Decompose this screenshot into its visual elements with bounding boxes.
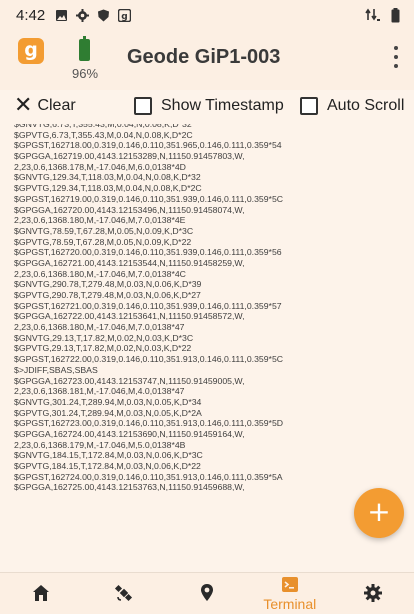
- terminal-line: 2,23,0.6,1368.178,M,-17.046,M,6.0,0138*4…: [14, 161, 186, 172]
- terminal-line: $GPGGA,162722.00,4143.12153641,N,11150.9…: [14, 311, 245, 322]
- terminal-line: $GPVTG,184.15,T,172.84,M,0.03,N,0.06,K,D…: [14, 461, 201, 471]
- terminal-line: 2,23,0.6,1368.181,M,-17.046,M,4.0,0138*4…: [14, 386, 185, 397]
- terminal-line: $GPVTG,301.24,T,289.94,M,0.03,N,0.05,K,D…: [14, 407, 202, 418]
- terminal-line: $GPGGA,162720.00,4143.12153496,N,11150.9…: [14, 204, 245, 215]
- terminal-line: $GNVTG,129.34,T,118.03,M,0.04,N,0.08,K,D…: [14, 172, 201, 183]
- status-time: 4:42: [16, 6, 46, 24]
- terminal-line: $GPGGA,162719.00,4143.12153289,N,11150.9…: [14, 151, 245, 162]
- gear-icon: [363, 584, 382, 602]
- satellite-icon: [115, 584, 133, 602]
- terminal-line: $GPGST,162719.00,0.319,0.146,0.110,351.9…: [14, 193, 284, 204]
- terminal-icon: [281, 577, 298, 592]
- auto-scroll-label: Auto Scroll: [327, 97, 405, 114]
- terminal-line: $GPGST,162720.00,0.319,0.146,0.110,351.9…: [14, 247, 282, 258]
- overflow-menu-icon[interactable]: [392, 46, 400, 68]
- terminal-line: $GPGST,162723.00,0.319,0.146,0.110,351.9…: [14, 418, 284, 429]
- terminal-line: 2,23,0.6,1368.179,M,-17.046,M,5.0,0138*4…: [14, 439, 186, 450]
- terminal-line: $GPGST,162722.00,0.319,0.146,0.110,351.9…: [14, 354, 284, 365]
- device-battery-icon: [79, 36, 90, 61]
- nav-item-satellite[interactable]: [83, 573, 166, 614]
- terminal-line: $GPGGA,162725.00,4143.12153763,N,11150.9…: [14, 482, 245, 493]
- terminal-line: $GPGST,162721.00,0.319,0.146,0.110,351.9…: [14, 300, 282, 311]
- image-icon: [56, 9, 68, 21]
- device-name: Geode GiP1-003: [127, 46, 281, 68]
- app-logo-icon: g: [118, 8, 132, 22]
- nav-item-location[interactable]: [166, 573, 249, 614]
- terminal-line: $>JDIFF,SBAS,SBAS: [14, 364, 98, 375]
- terminal-line: $GPVTG,290.78,T,279.48,M,0.03,N,0.06,K,D…: [14, 290, 201, 300]
- battery-percent: 96%: [72, 66, 99, 81]
- terminal-line: $GPVTG,129.34,T,118.03,M,0.04,N,0.08,K,D…: [14, 183, 202, 194]
- shield-icon: [98, 9, 110, 21]
- show-timestamp-checkbox[interactable]: Show Timestamp: [134, 97, 284, 115]
- clear-button[interactable]: ✕ Clear: [14, 93, 76, 118]
- terminal-line: $GNVTG,290.78,T,279.48,M,0.03,N,0.06,K,D…: [14, 279, 202, 290]
- status-bar: 4:42 g: [0, 0, 414, 30]
- nav-item-home[interactable]: [0, 573, 83, 614]
- nav-item-settings[interactable]: [331, 573, 414, 614]
- terminal-line: $GPGST,162724.00,0.319,0.146,0.110,351.9…: [14, 471, 283, 482]
- show-timestamp-label: Show Timestamp: [161, 97, 284, 114]
- gear-icon: [76, 8, 90, 22]
- terminal-line: $GPVTG,29.13,T,17.82,M,0.02,N,0.03,K,D*2…: [14, 343, 192, 354]
- terminal-line: $GNVTG,29.13,T,17.82,M,0.02,N,0.03,K,D*3…: [14, 332, 194, 343]
- network-icon: [365, 8, 380, 21]
- terminal-line: $GPVTG,78.59,T,67.28,M,0.05,N,0.09,K,D*2…: [14, 236, 192, 247]
- terminal-line: 2,23,0.6,1368.180,M,-17.046,M,7.0,0138*4…: [14, 322, 185, 333]
- add-button[interactable]: +: [354, 488, 404, 538]
- close-icon: ✕: [14, 93, 33, 118]
- battery-icon: [391, 7, 400, 22]
- bottom-navigation: Terminal: [0, 572, 414, 614]
- terminal-output[interactable]: $GNVTG,6.73,T,355.43,M,0.04,N,0.08,K,D*3…: [14, 124, 406, 570]
- app-bar: g 96% Geode GiP1-003: [0, 30, 414, 90]
- terminal-line: 2,23,0.6,1368.180,M,-17.046,M,7.0,0138*4…: [14, 268, 186, 279]
- checkbox-box[interactable]: [300, 97, 318, 115]
- terminal-line: $GPGGA,162721.00,4143.12153544,N,11150.9…: [14, 257, 245, 268]
- clear-label: Clear: [37, 97, 76, 114]
- app-logo: g: [18, 38, 44, 64]
- terminal-line: $GPVTG,6.73,T,355.43,M,0.04,N,0.08,K,D*2…: [14, 129, 193, 140]
- terminal-line: $GPGGA,162723.00,4143.12153747,N,11150.9…: [14, 375, 245, 386]
- checkbox-box[interactable]: [134, 97, 152, 115]
- terminal-toolbar: ✕ Clear Show Timestamp Auto Scroll: [0, 90, 414, 124]
- location-pin-icon: [200, 584, 213, 601]
- home-icon: [33, 585, 50, 601]
- auto-scroll-checkbox[interactable]: Auto Scroll: [300, 97, 404, 115]
- terminal-line: $GPGGA,162724.00,4143.12153690,N,11150.9…: [14, 428, 245, 439]
- svg-text:g: g: [121, 12, 127, 22]
- plus-icon: +: [367, 495, 391, 528]
- nav-label-terminal: Terminal: [263, 596, 317, 612]
- nav-item-terminal[interactable]: Terminal: [248, 573, 331, 614]
- terminal-line: $GNVTG,301.24,T,289.94,M,0.03,N,0.05,K,D…: [14, 396, 202, 407]
- terminal-line: $GNVTG,184.15,T,172.84,M,0.03,N,0.06,K,D…: [14, 450, 203, 461]
- terminal-line: $GNVTG,78.59,T,67.28,M,0.05,N,0.09,K,D*3…: [14, 225, 194, 236]
- terminal-line: $GPGST,162718.00,0.319,0.146,0.110,351.9…: [14, 140, 282, 151]
- terminal-line: 2,23,0.6,1368.180,M,-17.046,M,7.0,0138*4…: [14, 215, 186, 226]
